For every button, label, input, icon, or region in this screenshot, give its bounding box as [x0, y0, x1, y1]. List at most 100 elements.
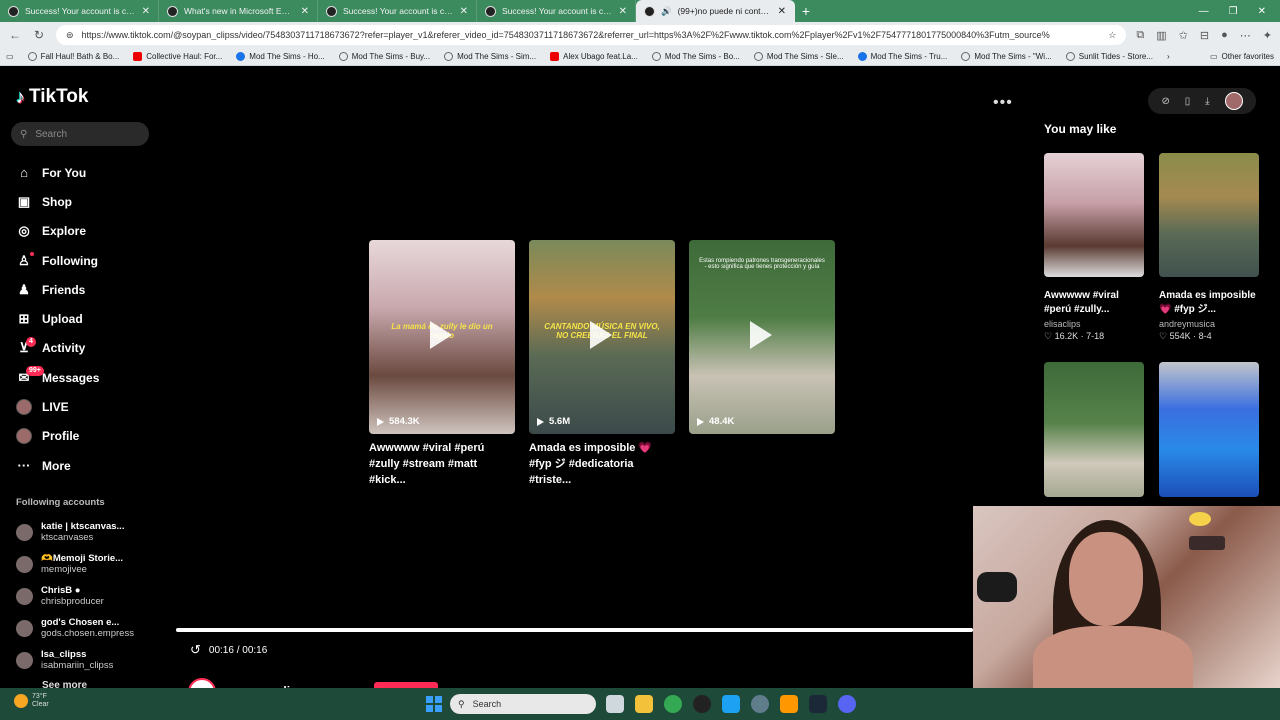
recommended-thumbnail[interactable]: [1044, 153, 1144, 277]
bookmark-item[interactable]: Sunlit Tides - Store...: [1065, 52, 1153, 61]
discord-icon[interactable]: [838, 695, 856, 713]
weather-widget[interactable]: 73°F Clear: [14, 693, 49, 709]
edge-icon[interactable]: [722, 695, 740, 713]
bookmark-item[interactable]: Fall Haul! Bath & Bo...: [27, 52, 119, 61]
bookmark-item[interactable]: Mod The Sims - Ho...: [236, 52, 325, 61]
browser-tab[interactable]: 🔊 (99+)no puede ni contra yo ✕: [636, 0, 795, 22]
search-input[interactable]: ⚲ Search: [11, 122, 149, 146]
recommended-card[interactable]: Amada es imposible 💗 #fyp ジ... andreymusi…: [1159, 153, 1259, 342]
close-window-icon[interactable]: ✕: [1258, 6, 1266, 17]
app-icon[interactable]: [693, 695, 711, 713]
download-icon[interactable]: ⤓: [1205, 96, 1209, 107]
video-caption[interactable]: Amada es imposible 💗 #fyp ジ #dedicatoria…: [529, 440, 675, 488]
steam-icon[interactable]: [809, 695, 827, 713]
browser-tab[interactable]: What's new in Microsoft Edge ✕: [159, 0, 318, 22]
recommended-caption[interactable]: Awwwww #viral #perú #zully...: [1044, 289, 1144, 317]
restore-icon[interactable]: ❐: [1229, 6, 1238, 17]
file-explorer-icon[interactable]: [635, 695, 653, 713]
tab-close-icon[interactable]: ✕: [460, 6, 468, 17]
tab-close-icon[interactable]: ✕: [301, 6, 309, 17]
browser-tab[interactable]: Success! Your account is connect ✕: [318, 0, 477, 22]
tab-close-icon[interactable]: ✕: [778, 6, 786, 17]
video-card[interactable]: La mamá de zully le dio un regalo 584.3K A…: [369, 240, 515, 488]
play-icon[interactable]: [430, 321, 452, 349]
other-favorites[interactable]: ▭ Other favorites: [1210, 52, 1274, 61]
coins-icon[interactable]: ⊘: [1161, 96, 1169, 107]
nav-item-more[interactable]: ··· More: [16, 451, 166, 480]
tab-close-icon[interactable]: ✕: [142, 6, 150, 17]
tab-close-icon[interactable]: ✕: [619, 6, 627, 17]
bookmark-item[interactable]: Mod The Sims - Buy...: [338, 52, 430, 61]
author-avatar[interactable]: [188, 678, 216, 688]
url-field[interactable]: ⊜ https://www.tiktok.com/@soypan_clipss/…: [56, 25, 1127, 45]
extensions-icon[interactable]: ⧉: [1136, 29, 1144, 42]
nav-item-friends[interactable]: ♟ Friends: [16, 275, 166, 304]
reading-list-icon[interactable]: ▭: [6, 52, 14, 61]
replay-icon[interactable]: ↺: [190, 642, 201, 658]
bookmark-item[interactable]: Collective Haul: For...: [133, 52, 222, 61]
nav-item-following[interactable]: ♙ Following: [16, 246, 166, 275]
nav-item-explore[interactable]: ◎ Explore: [16, 217, 166, 246]
nav-item-shop[interactable]: ▣ Shop: [16, 187, 166, 216]
bookmark-item[interactable]: Alex Ubago feat.La...: [550, 52, 638, 61]
bookmark-item[interactable]: Mod The Sims - "Wi...: [961, 52, 1052, 61]
recommended-caption[interactable]: Amada es imposible 💗 #fyp ジ...: [1159, 289, 1259, 317]
device-icon[interactable]: ▯: [1185, 96, 1191, 107]
bookmark-item[interactable]: Mod The Sims - Bo...: [651, 52, 740, 61]
nav-item-upload[interactable]: ⊞ Upload: [16, 304, 166, 333]
settings-icon[interactable]: [751, 695, 769, 713]
nav-item-live[interactable]: LIVE: [16, 392, 166, 421]
recommended-thumbnail[interactable]: [1159, 362, 1259, 497]
recommended-author[interactable]: elisaclips: [1044, 319, 1144, 329]
following-account[interactable]: 🫶Memoji Storie... memojivee: [16, 548, 166, 580]
new-tab-button[interactable]: +: [795, 3, 817, 19]
nav-item-messages[interactable]: ✉ 99+ Messages: [16, 363, 166, 392]
tiktok-logo[interactable]: ♪ TikTok: [16, 86, 88, 108]
more-options-icon[interactable]: •••: [993, 94, 1013, 112]
following-account[interactable]: katie | ktscanvas... ktscanvases: [16, 516, 166, 548]
play-icon[interactable]: [750, 321, 772, 349]
user-avatar[interactable]: [1224, 92, 1243, 110]
start-button[interactable]: [426, 696, 442, 712]
split-screen-icon[interactable]: ▥: [1156, 29, 1166, 42]
recommended-thumbnail[interactable]: [1044, 362, 1144, 497]
chrome-icon[interactable]: [664, 695, 682, 713]
favorite-star-icon[interactable]: ☆: [1108, 30, 1116, 41]
recommended-card[interactable]: [1044, 362, 1144, 497]
back-icon[interactable]: ←: [8, 28, 22, 42]
minimize-icon[interactable]: —: [1199, 6, 1209, 17]
bookmarks-overflow-icon[interactable]: ›: [1167, 52, 1170, 61]
nav-item-for-you[interactable]: ⌂ For You: [16, 158, 166, 187]
video-thumbnail[interactable]: CANTANDO MÚSICA EN VIVO, NO CREERÁS EL F…: [529, 240, 675, 434]
video-progress-bar[interactable]: [176, 628, 973, 632]
recommended-card[interactable]: [1159, 362, 1259, 497]
speaker-icon[interactable]: 🔊: [661, 6, 672, 17]
recommended-card[interactable]: Awwwww #viral #perú #zully... elisaclips ♡…: [1044, 153, 1144, 342]
site-info-icon[interactable]: ⊜: [66, 30, 74, 41]
video-thumbnail[interactable]: Estas rompiendo patrones transgeneracion…: [689, 240, 835, 434]
video-thumbnail[interactable]: La mamá de zully le dio un regalo 584.3K: [369, 240, 515, 434]
recommended-author[interactable]: andreymusica: [1159, 319, 1259, 329]
task-view-icon[interactable]: [606, 695, 624, 713]
video-caption[interactable]: Awwwww #viral #perú #zully #stream #matt…: [369, 440, 515, 488]
play-icon[interactable]: [590, 321, 612, 349]
bookmark-item[interactable]: Mod The Sims - Sim...: [444, 52, 536, 61]
video-card[interactable]: CANTANDO MÚSICA EN VIVO, NO CREERÁS EL F…: [529, 240, 675, 488]
video-card[interactable]: Estas rompiendo patrones transgeneracion…: [689, 240, 835, 488]
following-account[interactable]: ChrisB ● chrisbproducer: [16, 580, 166, 612]
refresh-icon[interactable]: ↻: [32, 28, 46, 42]
favorites-icon[interactable]: ✩: [1179, 29, 1188, 42]
bookmark-item[interactable]: Mod The Sims - Sle...: [753, 52, 844, 61]
recommended-thumbnail[interactable]: [1159, 153, 1259, 277]
browser-tab[interactable]: Success! Your account is connect ✕: [477, 0, 636, 22]
menu-dots-icon[interactable]: ⋯: [1240, 29, 1251, 42]
app-icon-2[interactable]: [780, 695, 798, 713]
following-account[interactable]: Isa_clipss isabmariin_clipss: [16, 644, 166, 676]
browser-tab[interactable]: Success! Your account is connect ✕: [0, 0, 159, 22]
following-account[interactable]: god's Chosen e... gods.chosen.empress: [16, 612, 166, 644]
bookmark-item[interactable]: Mod The Sims - Tru...: [857, 52, 947, 61]
taskbar-search[interactable]: ⚲ Search: [450, 694, 596, 714]
nav-item-profile[interactable]: Profile: [16, 422, 166, 451]
collections-icon[interactable]: ⊟: [1200, 29, 1209, 42]
profile-icon[interactable]: ●: [1221, 29, 1228, 42]
